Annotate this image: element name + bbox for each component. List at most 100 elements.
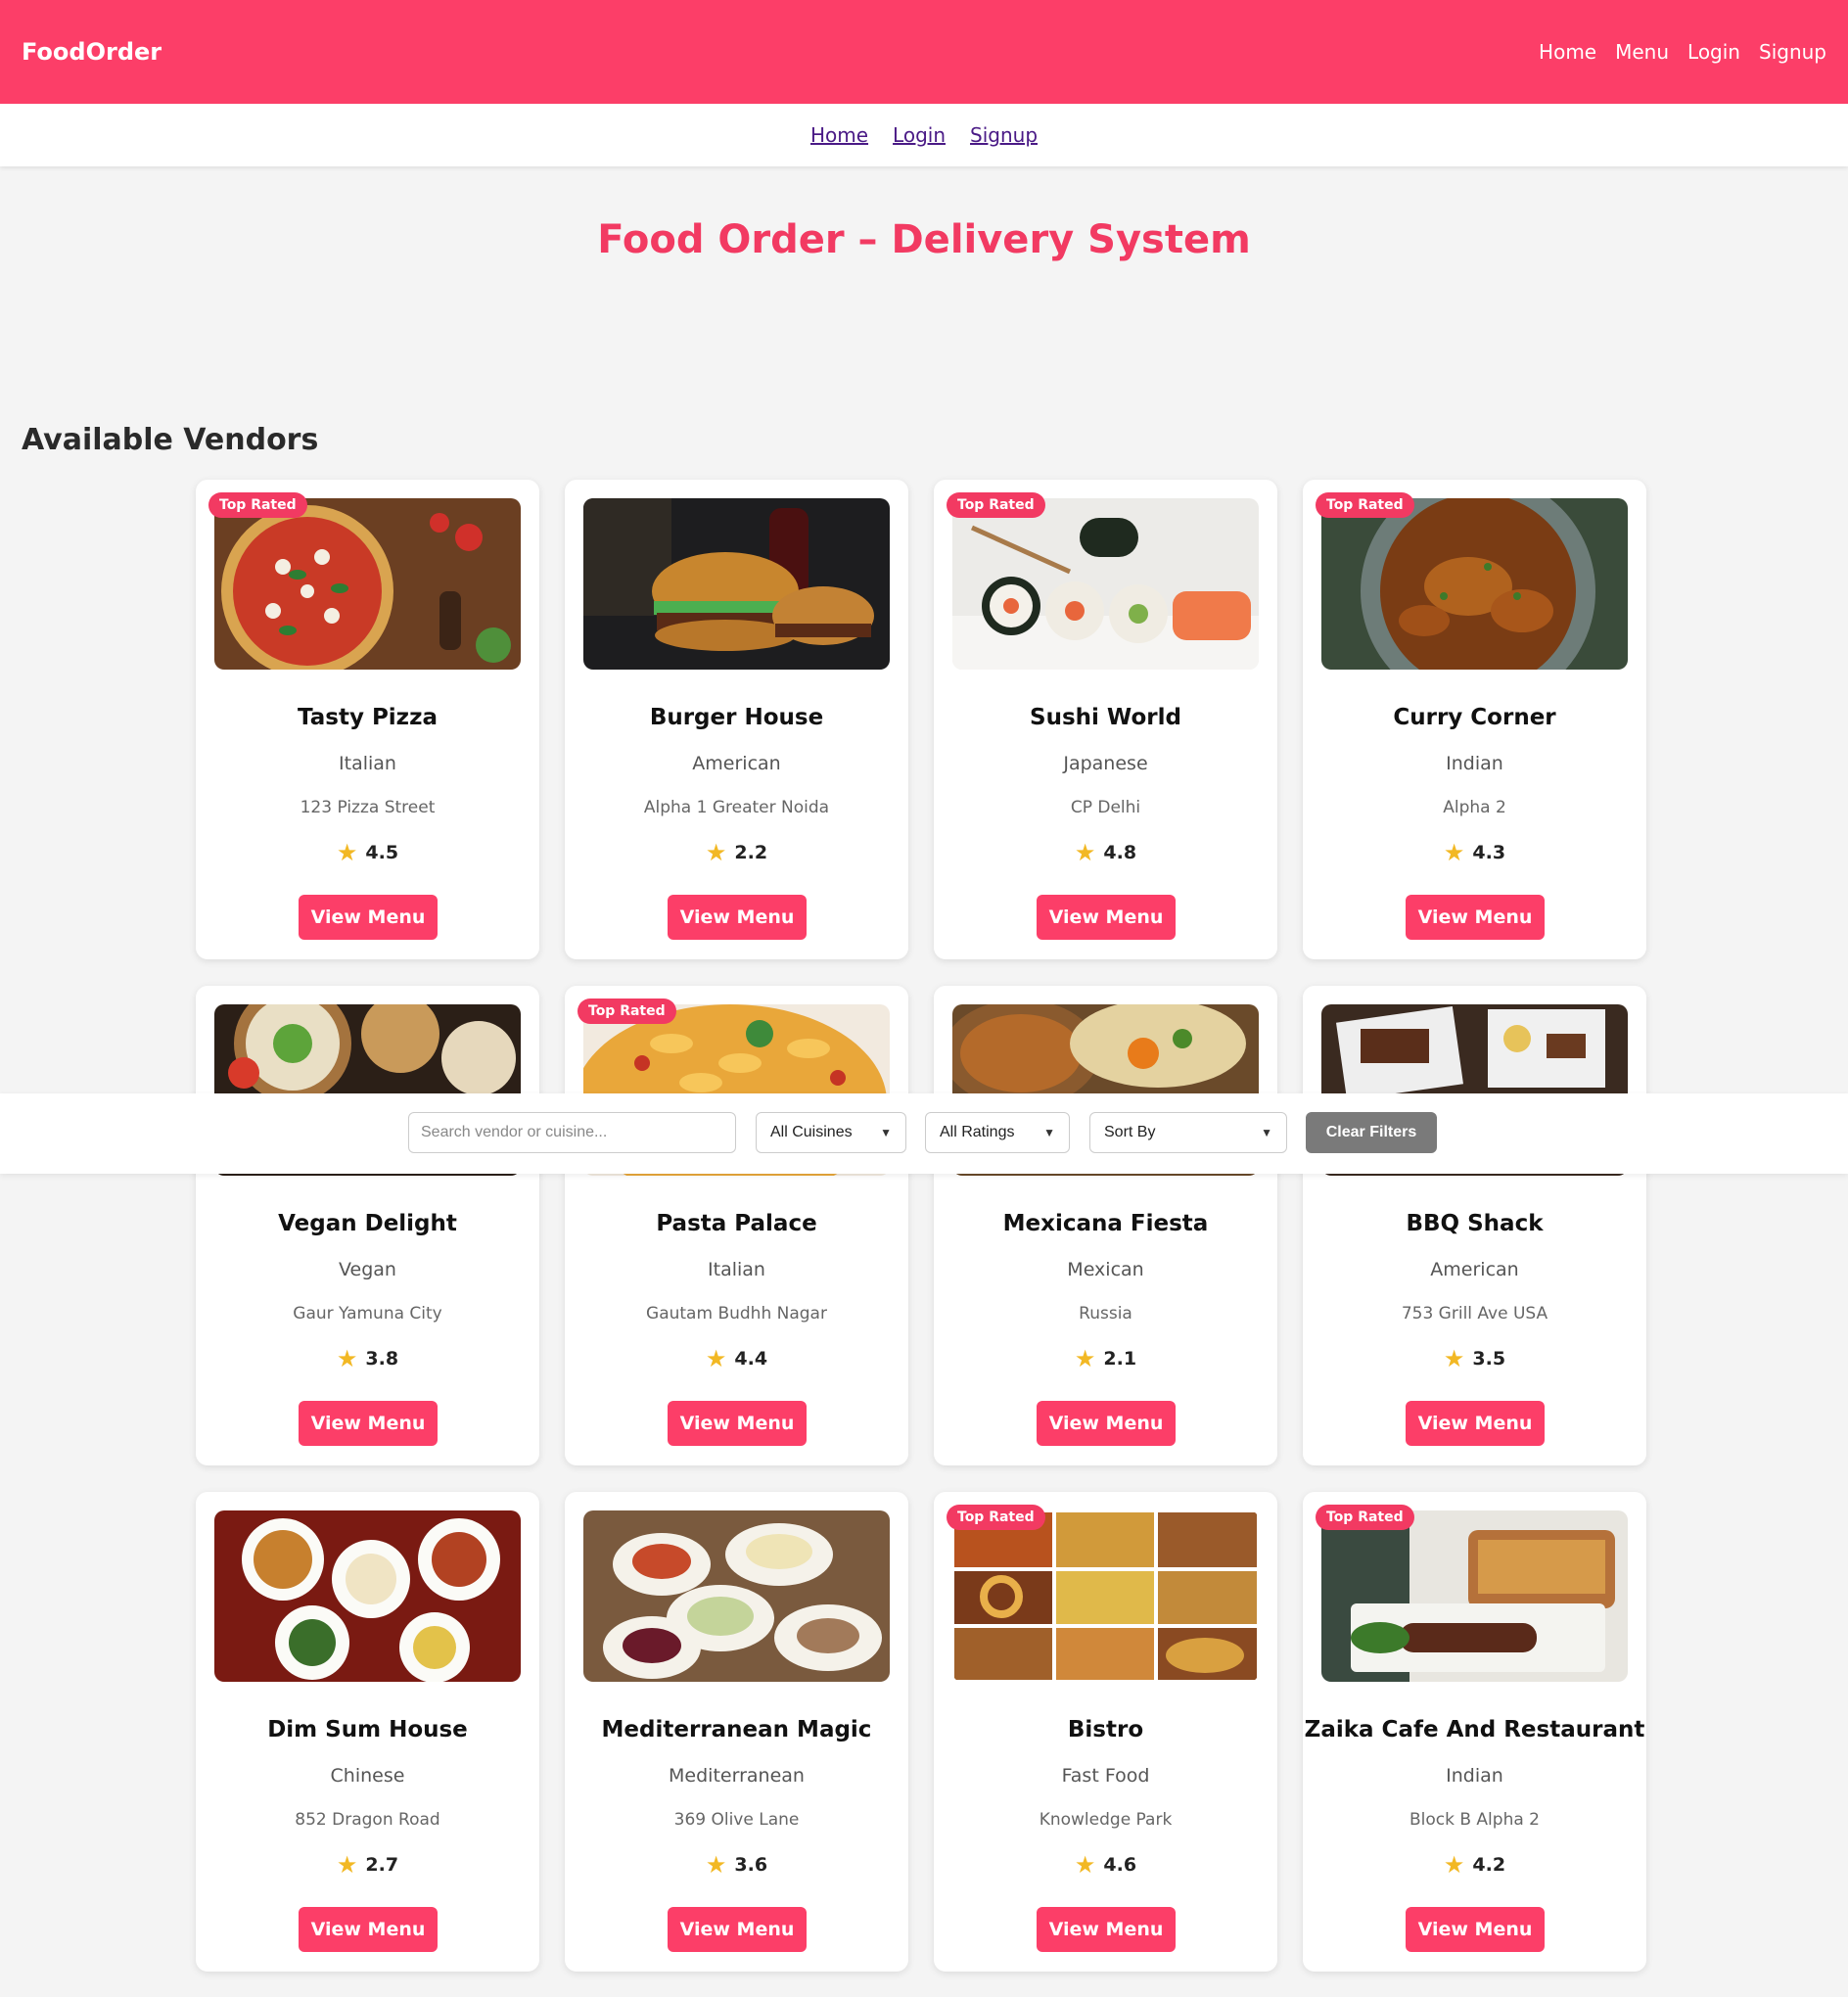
search-input[interactable]: Search vendor or cuisine... <box>408 1112 736 1153</box>
view-menu-button[interactable]: View Menu <box>668 1907 807 1952</box>
view-menu-button[interactable]: View Menu <box>299 895 438 940</box>
star-icon: ★ <box>1443 1851 1465 1879</box>
vendor-cuisine: Italian <box>708 1259 765 1280</box>
vendor-image <box>952 1510 1259 1682</box>
view-menu-button[interactable]: View Menu <box>299 1401 438 1446</box>
star-icon: ★ <box>336 839 358 866</box>
filter-bar: Search vendor or cuisine... All Cuisines… <box>0 1093 1848 1174</box>
sort-select-value: Sort By <box>1104 1124 1156 1140</box>
vendor-card: Top Rated Pasta Palace Italian Gautam Budhh… <box>565 986 908 1465</box>
top-rated-badge: Top Rated <box>947 1505 1045 1530</box>
vendor-cuisine: Fast Food <box>1061 1765 1150 1787</box>
sort-select[interactable]: Sort By ▼ <box>1089 1112 1287 1153</box>
vendor-name: Curry Corner <box>1393 705 1556 730</box>
vendor-rating: ★ 3.6 <box>565 1851 908 1879</box>
vendor-cuisine: Mexican <box>1067 1259 1144 1280</box>
vendor-address: Alpha 1 Greater Noida <box>643 798 830 817</box>
rating-value: 4.5 <box>365 842 399 863</box>
cuisine-select[interactable]: All Cuisines ▼ <box>756 1112 906 1153</box>
vendor-image <box>214 498 521 670</box>
vendor-address: CP Delhi <box>1070 798 1141 817</box>
vendor-image <box>583 1510 890 1682</box>
vendor-address: Alpha 2 <box>1443 798 1506 817</box>
vendor-name: Bistro <box>1067 1717 1144 1742</box>
vendor-image <box>1321 498 1628 670</box>
vendor-card: Top Rated Curry Corner Indian Alpha 2 ★ 4.3 Vi… <box>1303 480 1646 959</box>
vendor-cuisine: American <box>1430 1259 1519 1280</box>
view-menu-button[interactable]: View Menu <box>1406 1401 1545 1446</box>
vendor-cuisine: Italian <box>339 753 396 774</box>
vendor-name: Mediterranean Magic <box>601 1717 872 1742</box>
ratings-select-value: All Ratings <box>940 1124 1015 1140</box>
rating-value: 2.7 <box>365 1854 399 1876</box>
vendor-image <box>583 498 890 670</box>
vendor-cuisine: Mediterranean <box>669 1765 805 1787</box>
chevron-down-icon: ▼ <box>880 1126 892 1139</box>
vendor-image <box>952 498 1259 670</box>
vendor-name: Dim Sum House <box>267 1717 468 1742</box>
vendor-cuisine: Indian <box>1446 753 1503 774</box>
vendor-card: Top Rated Tasty Pizza Italian 123 Pizza Str… <box>196 480 539 959</box>
vendor-rating: ★ 4.8 <box>934 839 1277 866</box>
vendor-name: Zaika Cafe And Restaurant <box>1304 1717 1645 1742</box>
vendor-name: Vegan Delight <box>278 1211 457 1236</box>
vendor-card: Burger House American Alpha 1 Greater Noid… <box>565 480 908 959</box>
vendor-card: Top Rated Zaika Cafe And Restaurant Indian… <box>1303 1492 1646 1972</box>
star-icon: ★ <box>705 839 727 866</box>
vendor-cuisine: Indian <box>1446 1765 1503 1787</box>
vendor-rating: ★ 4.6 <box>934 1851 1277 1879</box>
vendor-address: 753 Grill Ave USA <box>1401 1304 1548 1324</box>
vendor-image <box>1321 1510 1628 1682</box>
view-menu-button[interactable]: View Menu <box>1406 1907 1545 1952</box>
vendor-cuisine: Chinese <box>330 1765 405 1787</box>
vendor-card: Top Rated Sushi World Japanese CP Delhi ★ 4.8… <box>934 480 1277 959</box>
vendor-name: Burger House <box>649 705 824 730</box>
vendor-card: BBQ Shack American 753 Grill Ave USA ★ 3.5 Vi… <box>1303 986 1646 1465</box>
star-icon: ★ <box>336 1345 358 1372</box>
vendor-image <box>214 1510 521 1682</box>
star-icon: ★ <box>705 1345 727 1372</box>
top-rated-badge: Top Rated <box>578 998 676 1024</box>
vendor-card: Mexicana Fiesta Mexican Russia ★ 2.1 View Men… <box>934 986 1277 1465</box>
vendor-card: Mediterranean Magic Mediterranean 369 Oliv… <box>565 1492 908 1972</box>
star-icon: ★ <box>1074 839 1096 866</box>
top-rated-badge: Top Rated <box>947 492 1045 518</box>
view-menu-button[interactable]: View Menu <box>668 1401 807 1446</box>
vendor-rating: ★ 2.2 <box>565 839 908 866</box>
view-menu-button[interactable]: View Menu <box>299 1907 438 1952</box>
rating-value: 3.5 <box>1472 1348 1506 1370</box>
rating-value: 4.6 <box>1103 1854 1137 1876</box>
vendor-name: Pasta Palace <box>656 1211 817 1236</box>
view-menu-button[interactable]: View Menu <box>1037 1401 1176 1446</box>
vendor-rating: ★ 4.2 <box>1303 1851 1646 1879</box>
vendor-card: Vegan Delight Vegan Gaur Yamuna City ★ 3.8 Vi… <box>196 986 539 1465</box>
vendor-name: Sushi World <box>1030 705 1181 730</box>
rating-value: 3.6 <box>734 1854 768 1876</box>
view-menu-button[interactable]: View Menu <box>1406 895 1545 940</box>
vendor-address: Russia <box>1079 1304 1132 1324</box>
rating-value: 4.3 <box>1472 842 1506 863</box>
vendor-address: 852 Dragon Road <box>295 1810 440 1830</box>
clear-filters-button[interactable]: Clear Filters <box>1306 1112 1437 1153</box>
cuisine-select-value: All Cuisines <box>770 1124 853 1140</box>
rating-value: 4.2 <box>1472 1854 1506 1876</box>
vendor-name: BBQ Shack <box>1406 1211 1544 1236</box>
star-icon: ★ <box>1443 839 1465 866</box>
vendor-cuisine: American <box>692 753 781 774</box>
vendor-rating: ★ 4.4 <box>565 1345 908 1372</box>
vendor-name: Tasty Pizza <box>298 705 438 730</box>
vendor-address: Knowledge Park <box>1039 1810 1173 1830</box>
top-rated-badge: Top Rated <box>1316 492 1414 518</box>
view-menu-button[interactable]: View Menu <box>668 895 807 940</box>
star-icon: ★ <box>1074 1345 1096 1372</box>
rating-value: 4.8 <box>1103 842 1137 863</box>
vendor-rating: ★ 4.5 <box>196 839 539 866</box>
ratings-select[interactable]: All Ratings ▼ <box>925 1112 1070 1153</box>
view-menu-button[interactable]: View Menu <box>1037 895 1176 940</box>
vendor-address: 123 Pizza Street <box>300 798 436 817</box>
vendor-cuisine: Japanese <box>1063 753 1148 774</box>
chevron-down-icon: ▼ <box>1261 1126 1272 1139</box>
view-menu-button[interactable]: View Menu <box>1037 1907 1176 1952</box>
rating-value: 3.8 <box>365 1348 399 1370</box>
vendor-name: Mexicana Fiesta <box>1002 1211 1209 1236</box>
